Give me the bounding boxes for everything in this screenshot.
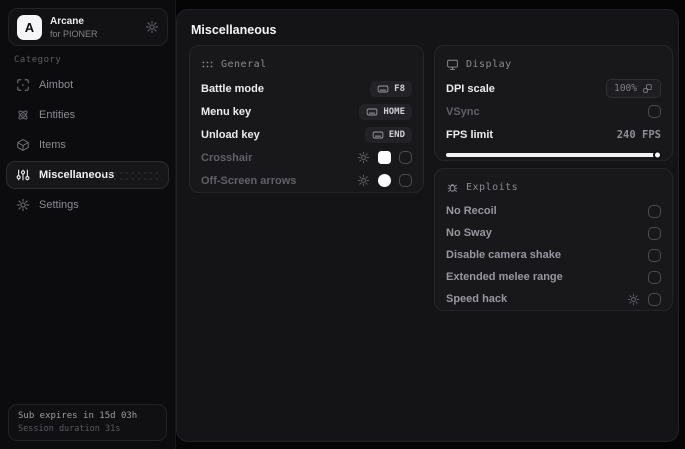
exploits-panel-header: Exploits xyxy=(446,178,661,196)
speed-hack-settings-gear-icon[interactable] xyxy=(627,293,640,306)
row-no-sway: No Sway xyxy=(446,222,661,244)
sidebar-item-label: Settings xyxy=(39,199,79,211)
row-label: Menu key xyxy=(201,105,252,118)
header-settings-icon[interactable] xyxy=(145,20,159,34)
row-label: Extended melee range xyxy=(446,271,563,283)
speed-hack-checkbox[interactable] xyxy=(648,292,661,306)
row-fps-limit: FPS limit 240 FPS xyxy=(446,123,661,146)
main-panel: Miscellaneous General Battle mode F8 Men… xyxy=(176,9,679,442)
row-disable-camera-shake: Disable camera shake xyxy=(446,244,661,266)
crosshair-checkbox[interactable] xyxy=(399,151,412,164)
keybind-battle-mode[interactable]: F8 xyxy=(370,80,412,97)
offscreen-checkbox[interactable] xyxy=(399,174,412,187)
row-label: Battle mode xyxy=(201,82,264,95)
vsync-checkbox[interactable] xyxy=(648,105,661,118)
fps-slider[interactable] xyxy=(446,150,662,160)
row-label: Unload key xyxy=(201,128,260,141)
sidebar-item-settings[interactable]: Settings xyxy=(6,191,169,219)
scale-icon xyxy=(642,83,653,94)
row-controls xyxy=(627,292,661,306)
sidebar-item-label: Miscellaneous xyxy=(39,169,115,181)
page-title: Miscellaneous xyxy=(191,23,277,37)
exploits-panel: Exploits No Recoil No Sway Disable camer… xyxy=(434,168,673,311)
fps-limit-value: 240 FPS xyxy=(616,128,661,141)
dpi-scale-value: 100% xyxy=(614,83,637,94)
row-label: No Sway xyxy=(446,227,492,239)
app-subtitle: for PIONER xyxy=(50,28,98,39)
bug-icon xyxy=(446,181,459,194)
keyboard-icon xyxy=(366,106,378,118)
row-battle-mode: Battle mode F8 xyxy=(201,77,412,100)
app-names: Arcane for PIONER xyxy=(50,16,145,39)
display-panel: Display DPI scale 100% VSync FPS limit 2… xyxy=(434,45,673,161)
sidebar-item-miscellaneous[interactable]: Miscellaneous xyxy=(6,161,169,189)
row-label: Disable camera shake xyxy=(446,249,561,261)
row-controls xyxy=(357,174,412,187)
row-dpi-scale: DPI scale 100% xyxy=(446,77,661,100)
sidebar: A Arcane for PIONER Category Aimbot Enti… xyxy=(0,0,176,449)
keybind-value: HOME xyxy=(383,106,405,117)
row-controls xyxy=(357,151,412,164)
extended-melee-range-checkbox[interactable] xyxy=(648,270,661,284)
monitor-icon xyxy=(446,58,459,71)
row-label: DPI scale xyxy=(446,82,495,95)
crosshair-icon xyxy=(16,78,30,92)
offscreen-settings-gear-icon[interactable] xyxy=(357,174,370,187)
session-duration-text: Session duration 31s xyxy=(18,424,121,434)
row-no-recoil: No Recoil xyxy=(446,200,661,222)
dpi-scale-select[interactable]: 100% xyxy=(606,79,661,98)
general-panel-title: General xyxy=(221,58,267,70)
offscreen-color-swatch[interactable] xyxy=(378,174,391,187)
sidebar-item-aimbot[interactable]: Aimbot xyxy=(6,71,169,99)
sidebar-item-entities[interactable]: Entities xyxy=(6,101,169,129)
sliders-icon xyxy=(16,168,30,182)
app-name: Arcane xyxy=(50,15,84,27)
subscription-card: Sub expires in 15d 03h Session duration … xyxy=(8,404,167,441)
sidebar-item-label: Items xyxy=(39,139,66,151)
keybind-unload-key[interactable]: END xyxy=(364,126,412,143)
sidebar-item-label: Entities xyxy=(39,109,76,121)
keybinds-grid-icon xyxy=(201,58,214,71)
no-sway-checkbox[interactable] xyxy=(648,226,661,240)
category-label: Category xyxy=(14,55,62,65)
atom-icon xyxy=(16,108,30,122)
app-header-card: A Arcane for PIONER xyxy=(8,8,168,46)
sub-expiry-text: Sub expires in 15d 03h xyxy=(18,411,138,421)
row-label: Off-Screen arrows xyxy=(201,174,297,187)
general-panel: General Battle mode F8 Menu key HOME Unl… xyxy=(189,45,424,193)
row-label: Crosshair xyxy=(201,151,253,164)
disable-camera-shake-checkbox[interactable] xyxy=(648,248,661,262)
package-icon xyxy=(16,138,30,152)
no-recoil-checkbox[interactable] xyxy=(648,204,661,218)
app-logo: A xyxy=(17,14,42,40)
row-extended-melee-range: Extended melee range xyxy=(446,266,661,288)
keyboard-icon xyxy=(377,83,389,95)
row-unload-key: Unload key END xyxy=(201,123,412,146)
row-label: Speed hack xyxy=(446,293,508,305)
row-label: FPS limit xyxy=(446,128,494,141)
gear-icon xyxy=(16,198,30,212)
display-panel-title: Display xyxy=(466,58,512,70)
row-speed-hack: Speed hack xyxy=(446,288,661,310)
keyboard-icon xyxy=(372,129,384,141)
row-vsync: VSync xyxy=(446,100,661,123)
display-panel-header: Display xyxy=(446,55,661,73)
keybind-value: F8 xyxy=(394,83,405,94)
keybind-value: END xyxy=(388,129,405,140)
row-offscreen-arrows: Off-Screen arrows xyxy=(201,169,412,192)
crosshair-color-swatch[interactable] xyxy=(378,151,391,164)
row-crosshair: Crosshair xyxy=(201,146,412,169)
exploits-panel-title: Exploits xyxy=(466,181,519,193)
row-label: No Recoil xyxy=(446,205,497,217)
crosshair-settings-gear-icon[interactable] xyxy=(357,151,370,164)
sidebar-item-label: Aimbot xyxy=(39,79,74,91)
row-label: VSync xyxy=(446,105,480,118)
fps-slider-knob[interactable] xyxy=(653,150,662,160)
sidebar-nav: Aimbot Entities Items Miscellaneous Sett… xyxy=(6,71,169,221)
row-menu-key: Menu key HOME xyxy=(201,100,412,123)
sidebar-item-items[interactable]: Items xyxy=(6,131,169,159)
keybind-menu-key[interactable]: HOME xyxy=(359,103,412,120)
general-panel-header: General xyxy=(201,55,412,73)
